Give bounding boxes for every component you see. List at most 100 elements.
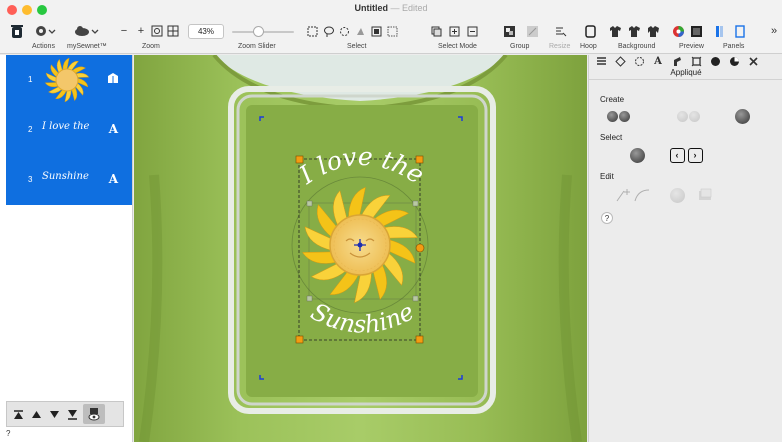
add-point-button[interactable] (614, 185, 634, 205)
panel-help-button[interactable]: ? (601, 212, 613, 224)
tab-color[interactable] (726, 55, 742, 67)
zoom-to-fit-button[interactable] (166, 22, 180, 40)
resize-handle-top-left[interactable] (295, 155, 304, 164)
applique-pattern-icon (618, 110, 630, 122)
zoom-in-button[interactable]: + (135, 22, 147, 40)
gear-icon (36, 26, 56, 36)
select-mode-remove-button[interactable] (466, 22, 478, 40)
design-canvas[interactable]: I love the Sunshine (134, 55, 587, 442)
group-button[interactable] (502, 22, 516, 40)
curve-line-icon (634, 189, 650, 202)
curve-line-button[interactable] (632, 185, 652, 205)
resize-handle-bottom-left[interactable] (295, 335, 304, 344)
resize-handle-top-right[interactable] (415, 155, 424, 164)
hide-object-button[interactable] (83, 404, 105, 424)
move-up-button[interactable] (29, 407, 44, 422)
select-applique-button[interactable] (627, 145, 647, 165)
zoom-out-button[interactable]: − (118, 22, 130, 40)
move-to-bottom-button[interactable] (65, 407, 80, 422)
trash-icon (11, 24, 23, 38)
background-tshirt-button[interactable] (627, 22, 641, 40)
resize-button[interactable] (525, 22, 539, 40)
select-mode-add-button[interactable] (448, 22, 460, 40)
inner-handle[interactable] (412, 200, 419, 207)
tab-shapes[interactable] (612, 55, 628, 67)
zoom-value-field[interactable]: 43% (188, 24, 224, 39)
box-select-button[interactable] (306, 22, 318, 40)
color-wheel-icon (672, 25, 684, 37)
label-group: Group (510, 43, 530, 50)
move-to-top-icon (14, 409, 23, 419)
applique-piece-icon (734, 108, 750, 124)
select-previous-button[interactable]: ‹ (667, 145, 687, 165)
create-applique-from-object-button[interactable] (672, 106, 704, 126)
freehand-select-icon (339, 26, 349, 36)
select-applique-icon (629, 147, 645, 163)
box-select-icon (307, 26, 317, 36)
create-applique-from-shape-button[interactable] (602, 106, 634, 126)
preview-3d-button[interactable] (671, 22, 685, 40)
zoom-slider-knob[interactable] (253, 26, 264, 37)
preview-icon (690, 25, 702, 37)
select-mode-new-button[interactable] (430, 22, 442, 40)
rotate-handle[interactable] (415, 243, 425, 253)
document-status: — Edited (390, 3, 428, 13)
hoop-settings-button[interactable] (553, 22, 567, 40)
sun-icon (44, 57, 90, 103)
magnifier-icon (151, 25, 163, 37)
trash-button[interactable] (9, 22, 25, 40)
applique-tab-icon (710, 56, 720, 66)
select-all-button[interactable] (370, 22, 382, 40)
object-order-bar (6, 401, 124, 427)
tab-frame[interactable] (688, 55, 704, 67)
inner-handle[interactable] (306, 295, 313, 302)
text-object-icon: A (108, 122, 118, 136)
actions-menu-button[interactable] (33, 22, 57, 40)
freehand-select-button[interactable] (338, 22, 350, 40)
move-down-icon (50, 410, 59, 418)
left-help-button[interactable]: ? (6, 429, 10, 438)
section-edit-label: Edit (600, 172, 614, 181)
background-shirt-button[interactable] (608, 22, 622, 40)
zoom-to-selection-button[interactable] (150, 22, 164, 40)
tab-lasso[interactable] (631, 55, 647, 67)
fabric-library-button[interactable] (695, 185, 715, 205)
zoom-out-icon: − (120, 25, 128, 37)
panel-right-toggle[interactable] (734, 22, 746, 40)
hoop-button[interactable] (583, 22, 597, 40)
tab-applique[interactable] (707, 55, 723, 67)
inner-handle[interactable] (306, 200, 313, 207)
tab-tools[interactable] (745, 55, 761, 67)
edit-fabric-button[interactable] (667, 185, 687, 205)
move-to-bottom-icon (68, 409, 77, 420)
move-down-button[interactable] (47, 407, 62, 422)
mysewnet-menu-button[interactable] (72, 22, 100, 40)
tab-paint[interactable] (669, 55, 685, 67)
move-to-top-button[interactable] (11, 407, 26, 422)
panel-left-toggle[interactable] (714, 22, 726, 40)
background-sweater-button[interactable] (646, 22, 660, 40)
object-row-1[interactable]: 1 (6, 55, 132, 105)
object-thumbnail-text: I love the (42, 121, 90, 132)
tab-text[interactable]: A (650, 55, 666, 67)
hoop-settings-icon (555, 27, 566, 36)
sweater-icon (647, 25, 659, 37)
object-row-3[interactable]: 3 Sunshine A (6, 155, 132, 205)
diamond-icon (614, 55, 626, 67)
panel-right-icon (735, 24, 745, 38)
resize-handle-bottom-right[interactable] (415, 335, 424, 344)
select-color-button[interactable] (354, 22, 366, 40)
toolbar-overflow-button[interactable]: » (768, 22, 780, 40)
select-none-button[interactable] (386, 22, 398, 40)
preview-realistic-button[interactable] (689, 22, 703, 40)
create-applique-piece-button[interactable] (732, 106, 752, 126)
select-next-button[interactable]: › (685, 145, 705, 165)
select-color-icon (356, 27, 364, 35)
applique-shape-icon (606, 110, 618, 122)
tab-list[interactable] (593, 55, 609, 67)
inner-handle[interactable] (412, 295, 419, 302)
lasso-select-button[interactable] (322, 22, 334, 40)
object-list-panel: 1 2 I love the A 3 Sunshine A ? (0, 55, 133, 442)
hide-eye-icon (88, 408, 100, 421)
object-row-2[interactable]: 2 I love the A (6, 105, 132, 155)
